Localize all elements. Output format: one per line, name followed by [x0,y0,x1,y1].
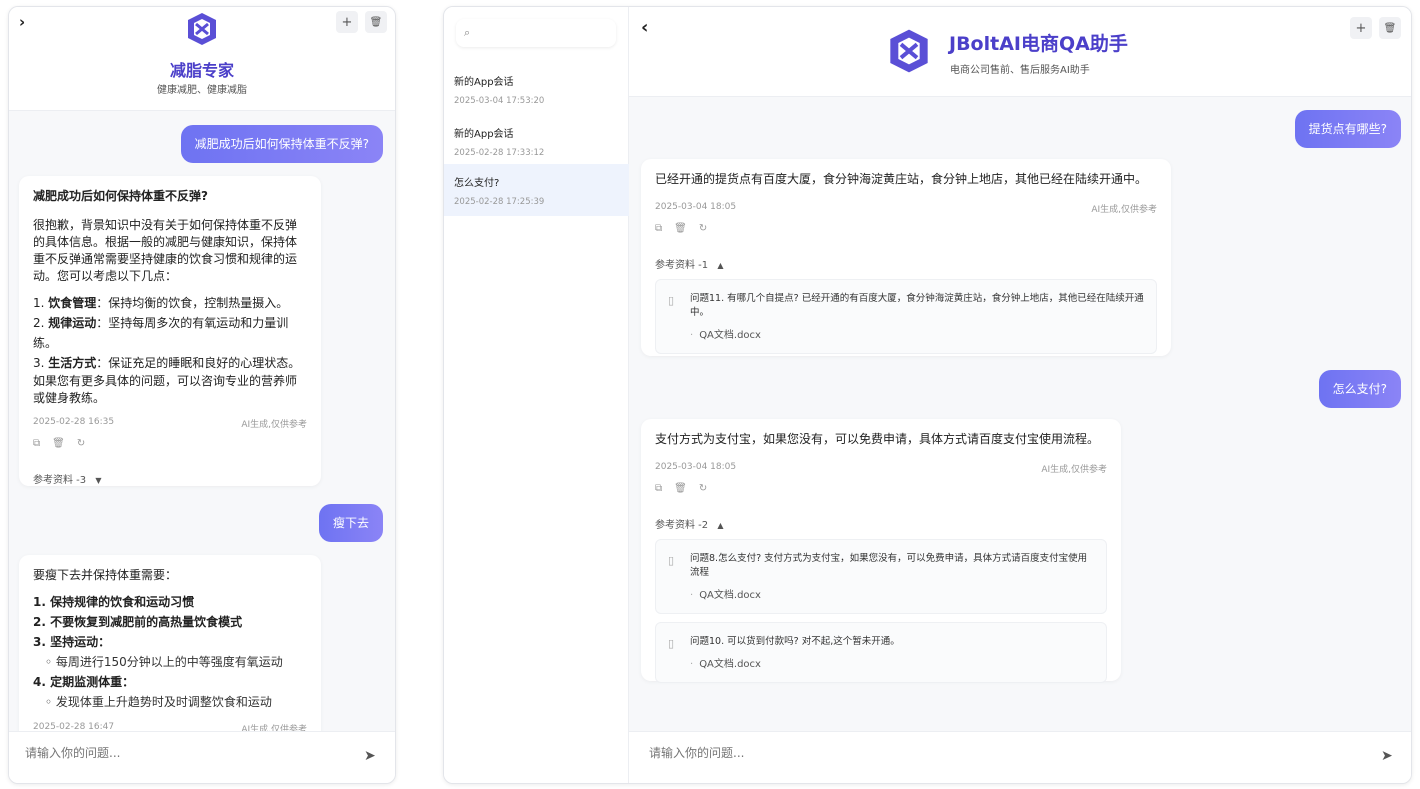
user-message: 减肥成功后如何保持体重不反弹? [180,125,383,163]
message-meta: 2025-03-04 18:05 AI生成,仅供参考 [655,462,1107,475]
message-list: 减肥成功后如何保持体重不反弹? 减肥成功后如何保持体重不反弹? 很抱歉，背景知识… [9,112,395,731]
send-icon[interactable]: ➤ [364,748,376,764]
message-actions: ⧉ 🗑 ↻ [33,438,307,449]
message-meta: 2025-02-28 16:47 AI生成,仅供参考 [33,722,307,731]
message-list: 提货点有哪些? 已经开通的提货点有百度大厦，食分钟海淀黄庄站，食分钟上地店，其他… [629,98,1411,731]
list-item: 1. 保持规律的饮食和运动习惯 [33,595,195,609]
delete-icon[interactable]: 🗑 [52,438,65,449]
send-icon[interactable]: ➤ [1381,748,1393,764]
reference-question: 问题11. 有哪几个自提点? 已经开通的有百度大厦，食分钟海淀黄庄站，食分钟上地… [690,293,1144,318]
document-icon: ▯ [668,637,675,650]
message-actions: ⧉ 🗑 ↻ [655,483,1107,494]
list-item: 2. 不要恢复到减肥前的高热量饮食模式 [33,615,243,629]
ai-note: AI生成,仅供参考 [1041,465,1107,475]
search-icon: ⌕ [464,26,471,39]
delete-chat-button[interactable]: 🗑 [365,11,387,33]
new-chat-button[interactable]: + [1350,17,1372,39]
session-search[interactable]: ⌕ [456,19,616,47]
message-actions: ⧉ 🗑 ↻ [655,223,1157,234]
refresh-icon[interactable]: ↻ [699,483,707,494]
reference-question: 问题8.怎么支付? 支付方式为支付宝，如果您没有，可以免费申请，具体方式请百度支… [690,553,1088,578]
refresh-icon[interactable]: ↻ [77,438,85,449]
app-subtitle: 电商公司售前、售后服务AI助手 [950,65,1090,76]
app-title: 减脂专家 [169,61,234,80]
message-meta: 2025-03-04 18:05 AI生成,仅供参考 [655,202,1157,215]
list-subitem: ◦ 发现体重上升趋势时及时调整饮食和运动 [45,695,272,709]
answer-list: 1. 饮食管理：保持均衡的饮食，控制热量摄入。 2. 规律运动：坚持每周多次的有… [33,293,307,373]
document-icon: ▯ [668,554,675,567]
expand-sidebar-icon[interactable]: › [19,13,25,31]
answer-heading: 减肥成功后如何保持体重不反弹? [33,189,208,203]
list-item: 2. 规律运动：坚持每周多次的有氧运动和力量训练。 [33,316,289,350]
ai-note: AI生成,仅供参考 [241,420,307,430]
assistant-message: 支付方式为支付宝，如果您没有，可以免费申请，具体方式请百度支付宝使用流程。 20… [641,419,1121,683]
ai-note: AI生成,仅供参考 [1091,205,1157,215]
answer-list: 1. 保持规律的饮食和运动习惯 2. 不要恢复到减肥前的高热量饮食模式 3. 坚… [33,592,307,712]
answer-intro: 要瘦下去并保持体重需要： [33,568,178,582]
session-item[interactable]: 新的App会话 2025-03-04 17:53:20 [444,63,629,115]
message-time: 2025-02-28 16:35 [33,417,115,427]
reference-item[interactable]: ▯ 问题11. 有哪几个自提点? 已经开通的有百度大厦，食分钟海淀黄庄站，食分钟… [655,279,1157,354]
message-time: 2025-03-04 18:05 [655,202,737,212]
session-sidebar: ⌕ 新的App会话 2025-03-04 17:53:20 新的App会话 20… [444,7,629,783]
message-input[interactable] [649,746,949,760]
message-time: 2025-03-04 18:05 [655,462,737,472]
copy-icon[interactable]: ⧉ [655,223,662,234]
app-logo-icon [890,29,928,73]
message-input[interactable] [25,746,325,760]
app-logo-icon [188,13,216,45]
chevron-up-icon: ▲ [717,261,724,270]
reference-file: QA文档.docx [690,655,1094,670]
input-bar: ➤ [9,731,395,783]
reference-item[interactable]: ▯ 问题10. 可以货到付款吗? 对不起,这个暂未开通。 QA文档.docx [655,622,1107,683]
list-item: 1. 饮食管理：保持均衡的饮食，控制热量摄入。 [33,296,289,310]
ai-note: AI生成,仅供参考 [241,725,307,731]
document-icon: ▯ [668,294,675,307]
collapse-sidebar-icon[interactable]: ‹ [641,17,648,38]
assistant-message: 要瘦下去并保持体重需要： 1. 保持规律的饮食和运动习惯 2. 不要恢复到减肥前… [19,555,321,731]
message-time: 2025-02-28 16:47 [33,722,115,731]
delete-chat-button[interactable]: 🗑 [1379,17,1401,39]
user-message: 提货点有哪些? [1294,110,1401,148]
app-subtitle: 健康减肥、健康减脂 [157,85,247,96]
user-message: 怎么支付? [1318,370,1401,408]
list-item: 4. 定期监测体重： [33,675,135,689]
chat-header: › + 🗑 减脂专家 健康减肥、健康减脂 [9,7,395,111]
session-item[interactable]: 新的App会话 2025-02-28 17:33:12 [444,115,629,167]
reference-file: QA文档.docx [690,586,1094,601]
assistant-message: 减肥成功后如何保持体重不反弹? 很抱歉，背景知识中没有关于如何保持体重不反弹的具… [19,176,321,486]
references-toggle[interactable]: 参考资料 -3 ▼ [33,471,307,486]
answer-outro: 如果您有更多具体的问题，可以咨询专业的营养师或健身教练。 [33,374,298,405]
new-chat-button[interactable]: + [336,11,358,33]
session-item-active[interactable]: 怎么支付? 2025-02-28 17:25:39 [444,164,629,216]
chevron-up-icon: ▲ [717,521,724,530]
copy-icon[interactable]: ⧉ [655,483,662,494]
app-title: JBoltAI电商QA助手 [949,33,1128,55]
reference-question: 问题10. 可以货到付款吗? 对不起,这个暂未开通。 [690,636,900,647]
answer-intro: 很抱歉，背景知识中没有关于如何保持体重不反弹的具体信息。根据一般的减肥与健康知识… [33,218,298,283]
answer-text: 已经开通的提货点有百度大厦，食分钟海淀黄庄站，食分钟上地店，其他已经在陆续开通中… [655,172,1148,186]
right-chat-window: ⌕ 新的App会话 2025-03-04 17:53:20 新的App会话 20… [443,6,1412,784]
list-item: 3. 生活方式：保证充足的睡眠和良好的心理状态。 [33,356,301,370]
references-toggle[interactable]: 参考资料 -2 ▲ [655,516,1107,531]
chevron-down-icon: ▼ [95,476,102,485]
chat-header: ‹ + 🗑 JBoltAI电商QA助手 电商公司售前、售后服务AI助手 [629,7,1411,97]
input-bar: ➤ [629,731,1411,783]
list-subitem: ◦ 每周进行150分钟以上的中等强度有氧运动 [45,655,283,669]
copy-icon[interactable]: ⧉ [33,438,40,449]
assistant-message: 已经开通的提货点有百度大厦，食分钟海淀黄庄站，食分钟上地店，其他已经在陆续开通中… [641,159,1171,356]
user-message: 瘦下去 [318,504,383,542]
chat-main: ‹ + 🗑 JBoltAI电商QA助手 电商公司售前、售后服务AI助手 提货点有… [629,7,1411,783]
references-toggle[interactable]: 参考资料 -1 ▲ [655,256,1157,271]
message-meta: 2025-02-28 16:35 AI生成,仅供参考 [33,417,307,430]
list-item: 3. 坚持运动： [33,635,111,649]
reference-item[interactable]: ▯ 问题8.怎么支付? 支付方式为支付宝，如果您没有，可以免费申请，具体方式请百… [655,539,1107,614]
reference-file: QA文档.docx [690,326,1144,341]
left-chat-window: › + 🗑 减脂专家 健康减肥、健康减脂 减肥成功后如何保持体重不反弹? 减肥成… [8,6,396,784]
refresh-icon[interactable]: ↻ [699,223,707,234]
answer-text: 支付方式为支付宝，如果您没有，可以免费申请，具体方式请百度支付宝使用流程。 [655,432,1100,446]
delete-icon[interactable]: 🗑 [674,223,687,234]
delete-icon[interactable]: 🗑 [674,483,687,494]
